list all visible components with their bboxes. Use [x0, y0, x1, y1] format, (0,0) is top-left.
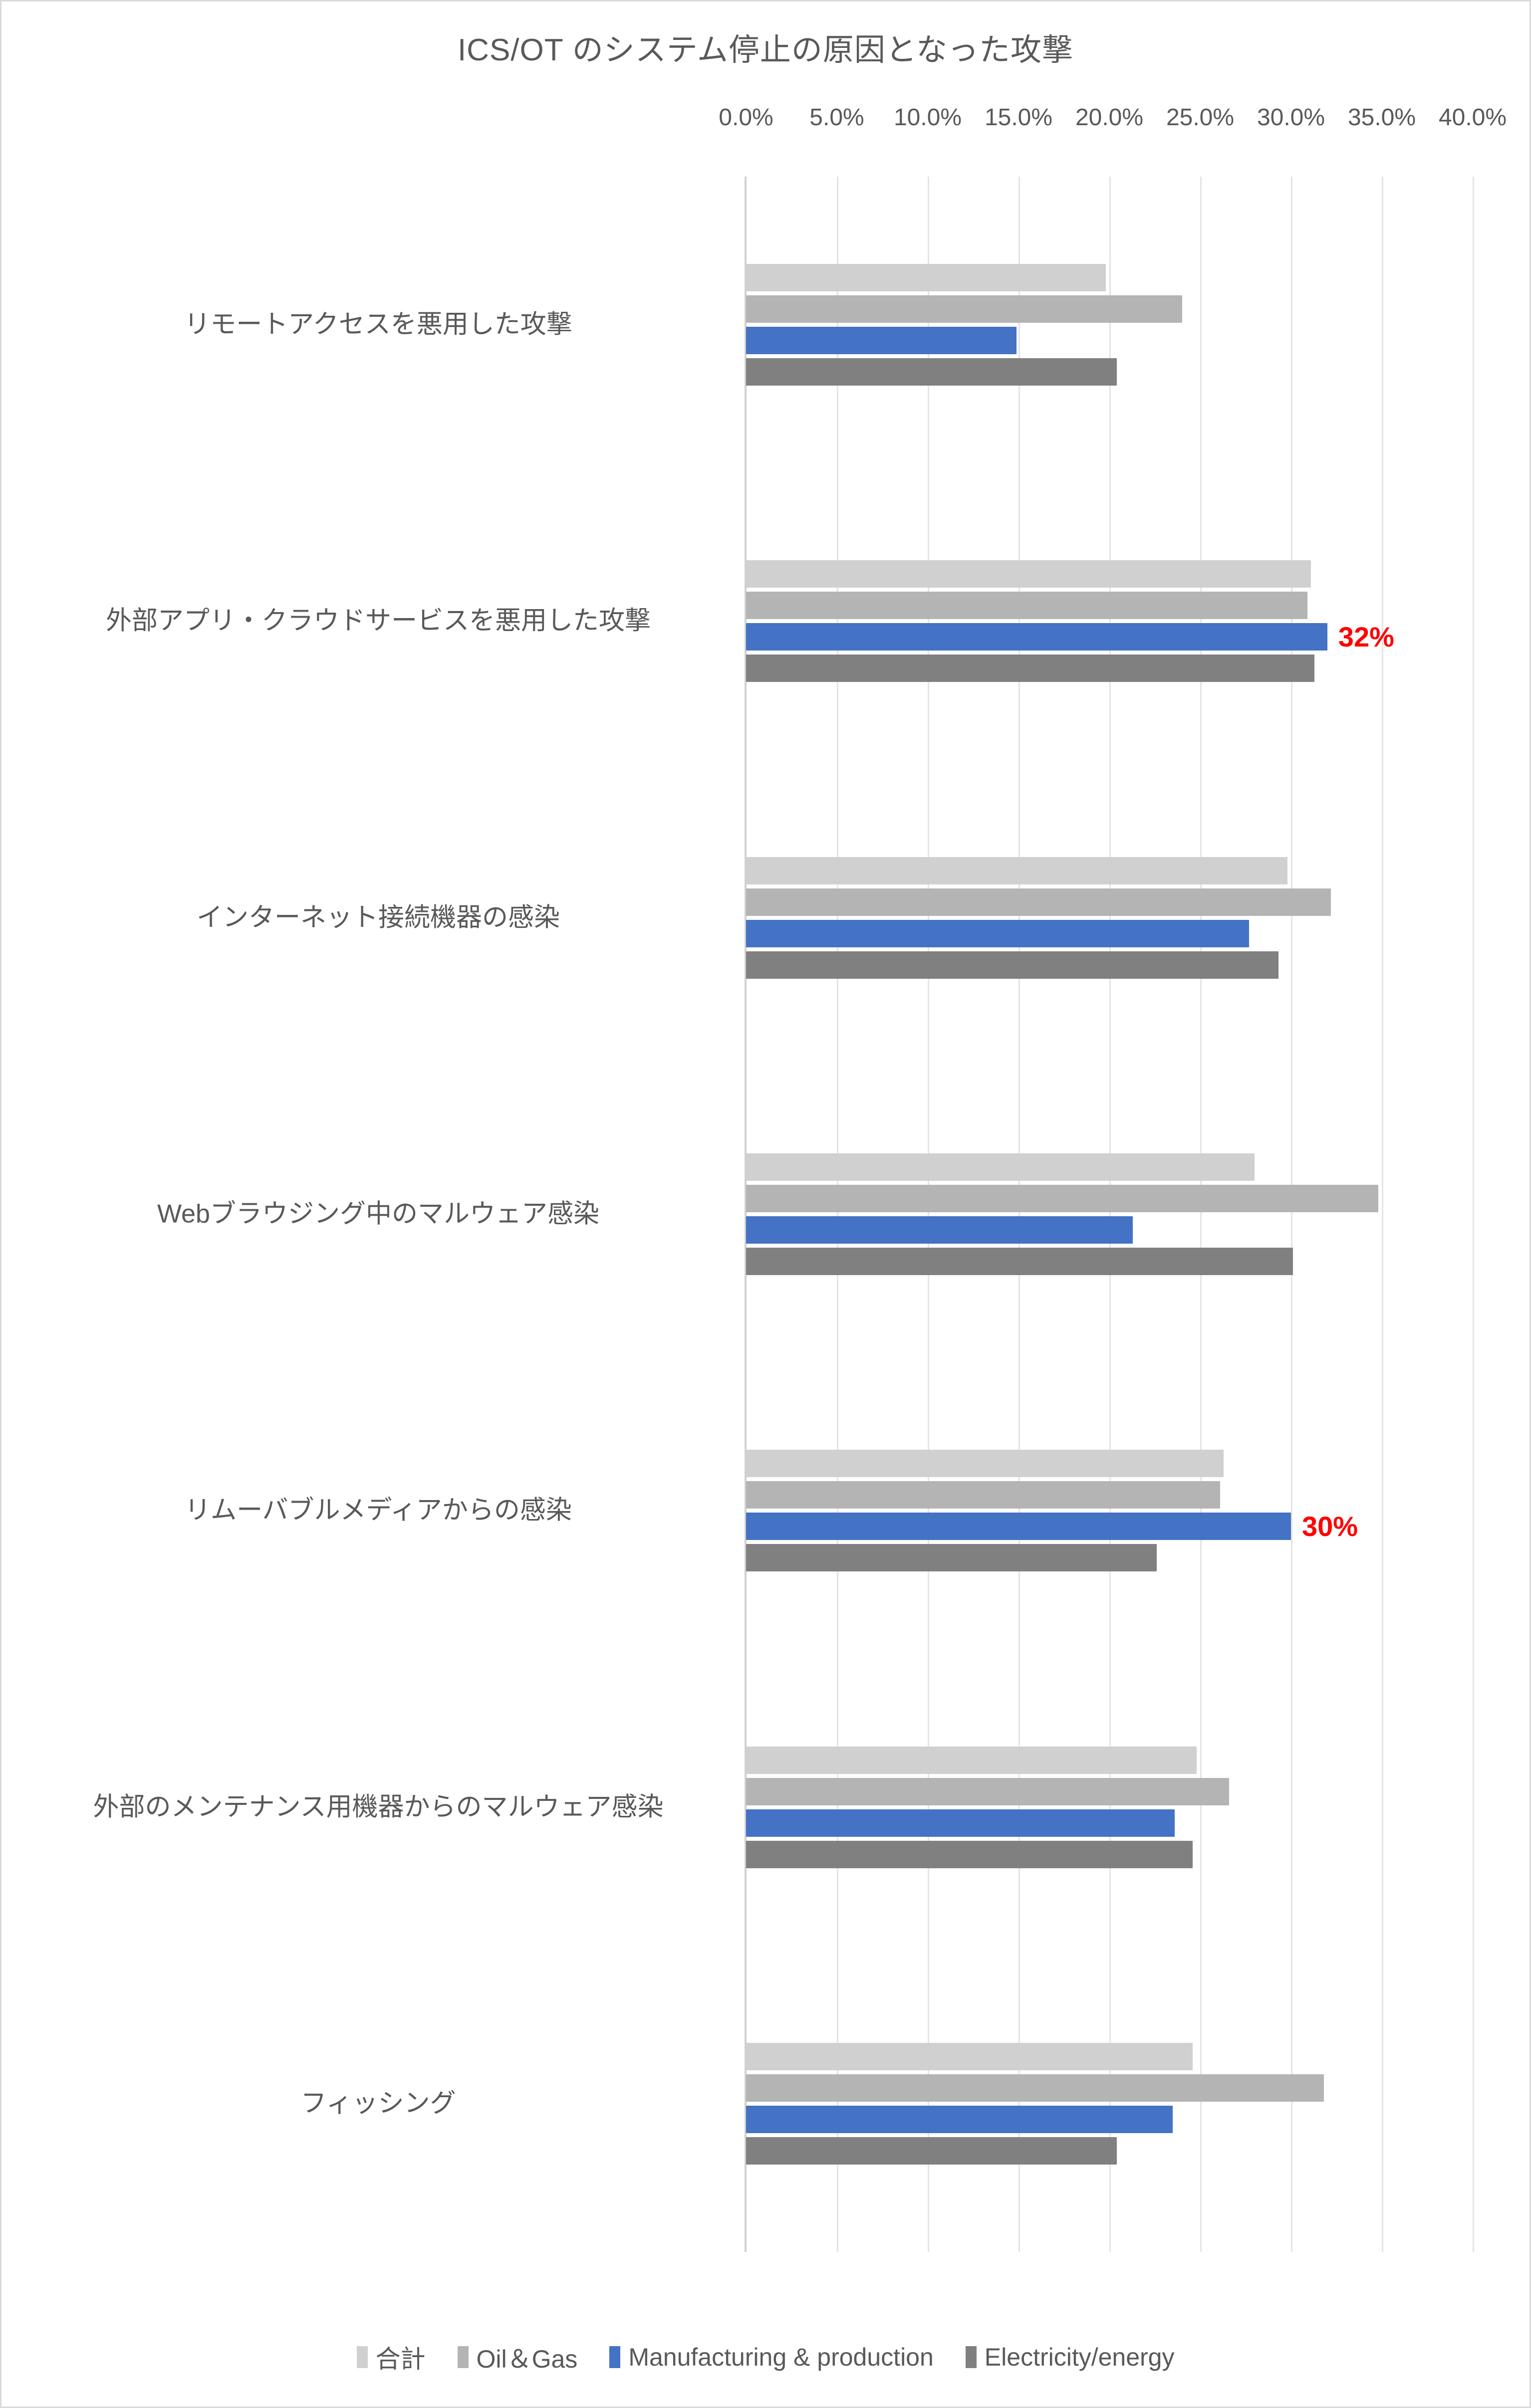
- plot-area: 32% 30%: [746, 177, 1474, 2252]
- bar: [746, 2137, 1117, 2165]
- legend-swatch-icon: [609, 2346, 621, 2368]
- bar: [746, 358, 1117, 386]
- bar: [746, 1216, 1133, 1244]
- bar: [746, 623, 1327, 651]
- bar: [746, 1153, 1255, 1181]
- bar: [746, 888, 1331, 916]
- legend-swatch-icon: [965, 2346, 977, 2368]
- bar: [746, 560, 1311, 588]
- bar: [746, 264, 1106, 292]
- x-tick-label: 35.0%: [1347, 104, 1416, 131]
- x-tick-label: 15.0%: [984, 104, 1053, 131]
- bar-value-label: 32%: [1338, 621, 1394, 653]
- category-label: 外部のメンテナンス用機器からのマルウェア感染: [93, 1792, 664, 1822]
- bar: [746, 1544, 1157, 1572]
- x-tick-label: 5.0%: [809, 104, 864, 131]
- bar-group: [746, 1746, 1473, 1868]
- bar: [746, 2042, 1193, 2070]
- chart-legend: 合計 Oil＆Gas Manufacturing & production Elect…: [1, 2339, 1530, 2375]
- bar-group: [746, 264, 1473, 386]
- x-tick-label: 20.0%: [1075, 104, 1144, 131]
- bar: [746, 2105, 1173, 2133]
- category-axis-labels: リモートアクセスを悪用した攻撃外部アプリ・クラウドサービスを悪用した攻撃 インター…: [21, 177, 735, 2252]
- bar: [746, 1450, 1224, 1478]
- legend-item[interactable]: Manufacturing & production: [609, 2343, 934, 2372]
- x-tick-label: 30.0%: [1257, 104, 1325, 131]
- legend-swatch-icon: [457, 2346, 469, 2368]
- bar: [746, 1809, 1175, 1837]
- bar: [746, 1746, 1197, 1774]
- legend-item[interactable]: Electricity/energy: [965, 2343, 1175, 2372]
- bar: [746, 1777, 1230, 1805]
- bar: [746, 951, 1278, 979]
- legend-label: Manufacturing & production: [628, 2343, 934, 2371]
- legend-label: 合計: [375, 2345, 426, 2373]
- bar: [746, 2074, 1324, 2102]
- bar: [746, 1513, 1291, 1540]
- legend-item[interactable]: Oil＆Gas: [457, 2339, 578, 2375]
- bar: [746, 857, 1287, 884]
- chart-frame: ICS/OT のシステム停止の原因となった攻撃 0.0% 5.0% 10.0% 15.…: [0, 0, 1531, 2408]
- category-label: リムーバブルメディアからの感染: [185, 1496, 572, 1525]
- x-tick-label: 40.0%: [1438, 104, 1507, 131]
- bar-group: [746, 1153, 1473, 1275]
- legend-label: Electricity/energy: [984, 2343, 1175, 2371]
- gridline: [1473, 177, 1474, 2252]
- x-tick-label: 10.0%: [893, 104, 962, 131]
- category-label: 外部アプリ・クラウドサービスを悪用した攻撃: [105, 607, 651, 636]
- bar: [746, 295, 1182, 323]
- legend-item[interactable]: 合計: [356, 2339, 426, 2375]
- bar-group: 30%: [746, 1450, 1473, 1572]
- bar-group: [746, 857, 1473, 979]
- bar: [746, 1248, 1293, 1275]
- legend-swatch-icon: [356, 2346, 368, 2368]
- bar-group: [746, 2042, 1473, 2165]
- category-label: インターネット接続機器の感染: [196, 903, 560, 932]
- bar: [746, 1185, 1378, 1212]
- category-label: Webブラウジング中のマルウェア感染: [157, 1199, 599, 1229]
- bar-value-label: 30%: [1302, 1510, 1358, 1542]
- bar-group: 32%: [746, 560, 1473, 682]
- x-tick-label: 25.0%: [1166, 104, 1235, 131]
- x-tick-label: 0.0%: [719, 104, 773, 131]
- chart-title: ICS/OT のシステム停止の原因となった攻撃: [457, 33, 1074, 67]
- bar: [746, 592, 1307, 620]
- bar: [746, 1840, 1193, 1868]
- legend-label: Oil＆Gas: [476, 2345, 578, 2373]
- bar: [746, 1481, 1221, 1509]
- category-label: リモートアクセスを悪用した攻撃: [184, 310, 572, 339]
- category-label: フィッシング: [300, 2089, 456, 2118]
- bar: [746, 327, 1017, 355]
- bar: [746, 919, 1250, 947]
- bar: [746, 655, 1315, 682]
